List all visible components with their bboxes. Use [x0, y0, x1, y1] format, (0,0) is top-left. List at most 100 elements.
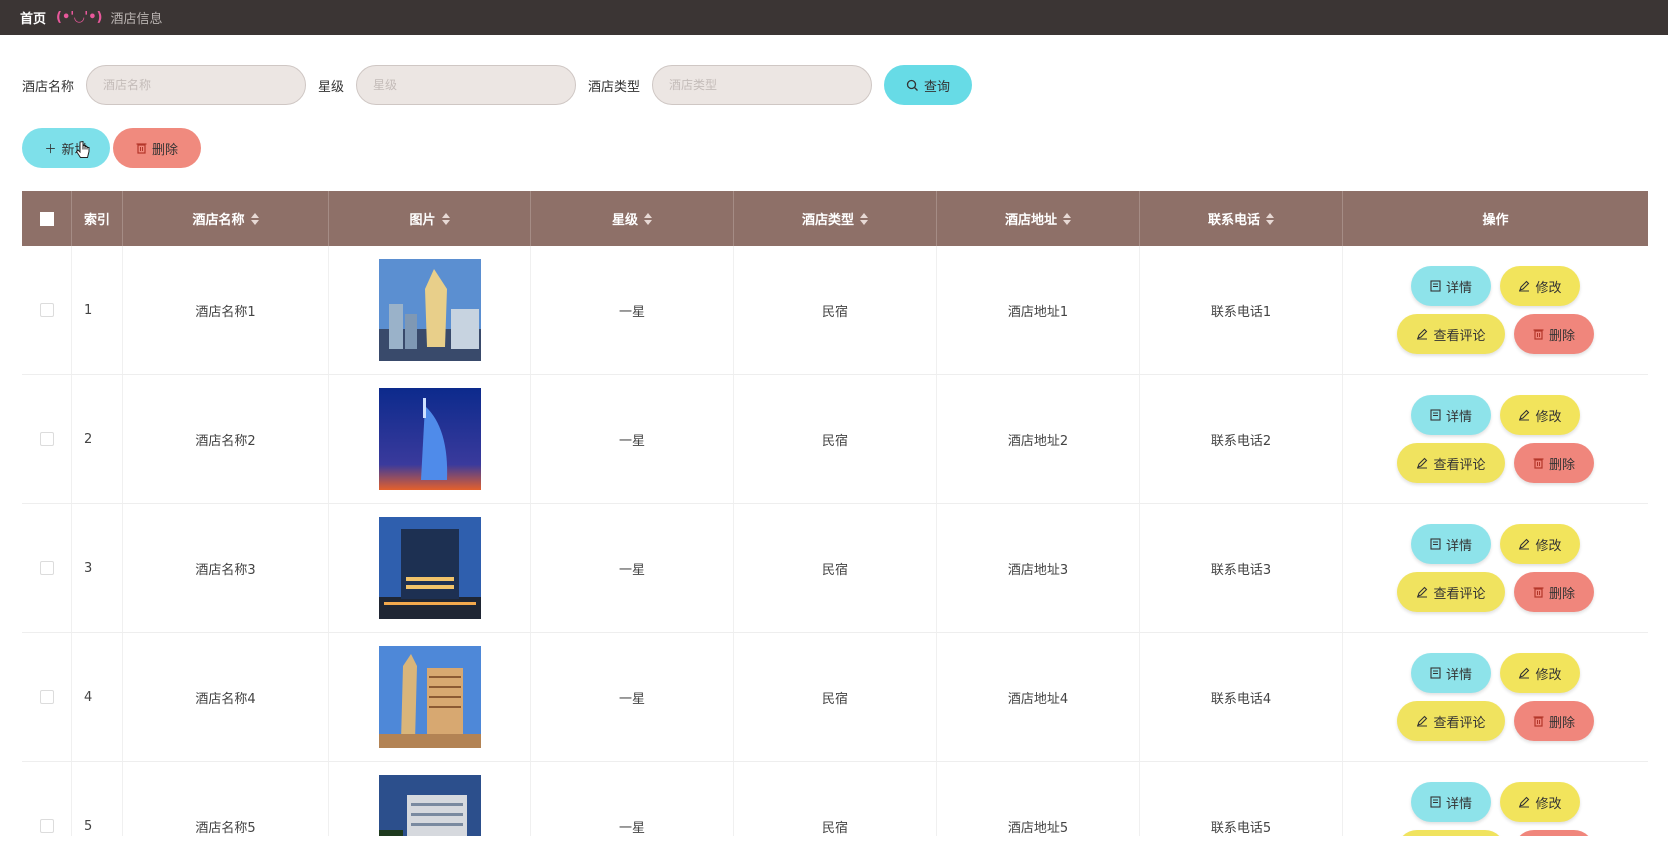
header-image[interactable]: 图片 — [329, 191, 531, 246]
pen-icon — [1519, 667, 1530, 679]
sort-icon[interactable] — [250, 212, 259, 225]
operations-cell: 详情修改查看评论删除 — [1343, 375, 1648, 503]
delete-label: 删除 — [151, 142, 178, 158]
table-body: 1 酒店名称1 一星 民宿 酒店地址1 联系电话1 详情 修改 查看评论 删除 2 酒店名称2 一星 民宿… — [22, 246, 1648, 836]
hotel-photo — [378, 775, 481, 836]
operations-cell: 详情修改查看评论删除 — [1343, 246, 1648, 374]
hotel-name-cell: 酒店名称5 — [123, 762, 329, 836]
trash-icon — [1533, 716, 1544, 727]
hotel-type-cell: 民宿 — [734, 375, 937, 503]
edit-button[interactable]: 修改 — [1500, 395, 1580, 435]
pen-icon — [1417, 457, 1428, 469]
star-cell: 一星 — [531, 504, 734, 632]
breadcrumb-current: 酒店信息 — [110, 12, 163, 27]
hotel-table: 索引 酒店名称 图片 星级 酒店类型 酒店地址 联系电话 操作 1 酒店名称1 一星… — [22, 191, 1648, 836]
hotel-type-cell: 民宿 — [734, 504, 937, 632]
header-address[interactable]: 酒店地址 — [937, 191, 1140, 246]
header-hotel-name[interactable]: 酒店名称 — [123, 191, 329, 246]
query-button[interactable]: 查询 — [884, 65, 973, 105]
view-reviews-button[interactable]: 查看评论 — [1397, 443, 1505, 483]
sort-icon[interactable] — [1063, 212, 1071, 225]
document-icon — [1430, 280, 1441, 292]
breadcrumb-home[interactable]: 首页 — [20, 8, 46, 27]
document-icon — [1430, 796, 1441, 808]
document-icon — [1430, 667, 1441, 679]
sort-icon[interactable] — [1266, 212, 1274, 225]
index-cell: 1 — [72, 246, 123, 374]
detail-button[interactable]: 详情 — [1411, 266, 1491, 306]
edit-button[interactable]: 修改 — [1500, 524, 1580, 564]
row-checkbox[interactable] — [39, 561, 54, 575]
header-index: 索引 — [72, 191, 123, 246]
operations-cell: 详情修改查看评论删除 — [1343, 504, 1648, 632]
hotel-type-input[interactable] — [652, 65, 873, 105]
pen-icon — [1519, 538, 1530, 550]
row-select-cell — [22, 762, 72, 836]
detail-button[interactable]: 详情 — [1411, 524, 1491, 564]
hotel-name-cell: 酒店名称1 — [123, 246, 329, 374]
trash-icon — [1533, 458, 1544, 469]
hotel-name-cell: 酒店名称4 — [123, 633, 329, 761]
select-all-checkbox[interactable] — [39, 211, 54, 226]
address-cell: 酒店地址3 — [937, 504, 1140, 632]
view-reviews-button[interactable]: 查看评论 — [1397, 701, 1505, 741]
edit-button[interactable]: 修改 — [1500, 782, 1580, 822]
search-icon — [906, 79, 918, 91]
hand-cursor-icon — [76, 141, 90, 158]
operations-cell: 详情修改查看评论 删除 — [1343, 762, 1648, 836]
row-checkbox[interactable] — [39, 432, 54, 446]
operations-cell: 详情修改查看评论删除 — [1343, 633, 1648, 761]
address-cell: 酒店地址2 — [937, 375, 1140, 503]
edit-button[interactable]: 修改 — [1500, 653, 1580, 693]
hotel-type-cell: 民宿 — [734, 762, 937, 836]
image-cell — [329, 504, 531, 632]
index-cell: 4 — [72, 633, 123, 761]
trash-icon — [1533, 587, 1544, 598]
row-select-cell — [22, 633, 72, 761]
sort-icon[interactable] — [441, 212, 450, 225]
phone-cell: 联系电话4 — [1140, 633, 1343, 761]
star-cell: 一星 — [531, 375, 734, 503]
trash-icon — [136, 143, 147, 154]
header-phone[interactable]: 联系电话 — [1140, 191, 1343, 246]
delete-button[interactable]: 删除 — [1514, 830, 1594, 836]
delete-button[interactable]: 删除 — [1514, 572, 1594, 612]
delete-button[interactable]: 删除 — [1514, 443, 1594, 483]
sort-icon[interactable] — [860, 212, 868, 225]
pen-icon — [1417, 715, 1428, 727]
delete-button[interactable]: 删除 — [1514, 701, 1594, 741]
row-checkbox[interactable] — [39, 303, 54, 317]
header-hotel-type[interactable]: 酒店类型 — [734, 191, 937, 246]
view-reviews-button[interactable]: 查看评论 — [1397, 572, 1505, 612]
star-cell: 一星 — [531, 246, 734, 374]
row-checkbox[interactable] — [39, 690, 54, 704]
sort-icon[interactable] — [644, 212, 652, 225]
view-reviews-button[interactable]: 查看评论 — [1397, 314, 1505, 354]
phone-cell: 联系电话1 — [1140, 246, 1343, 374]
view-reviews-button[interactable]: 查看评论 — [1397, 830, 1505, 836]
action-bar: ＋ 新增 删除 — [22, 128, 201, 168]
image-cell — [329, 246, 531, 374]
edit-button[interactable]: 修改 — [1500, 266, 1580, 306]
row-select-cell — [22, 375, 72, 503]
table-row: 3 酒店名称3 一星 民宿 酒店地址3 联系电话3 详情 修改 查看评论 删除 — [22, 504, 1648, 633]
document-icon — [1430, 538, 1441, 550]
delete-button[interactable]: 删除 — [1514, 314, 1594, 354]
hotel-type-cell: 民宿 — [734, 246, 937, 374]
detail-button[interactable]: 详情 — [1411, 653, 1491, 693]
detail-button[interactable]: 详情 — [1411, 782, 1491, 822]
header-star[interactable]: 星级 — [531, 191, 734, 246]
batch-delete-button[interactable]: 删除 — [113, 128, 201, 168]
detail-button[interactable]: 详情 — [1411, 395, 1491, 435]
hotel-name-input[interactable] — [86, 65, 307, 105]
index-cell: 3 — [72, 504, 123, 632]
add-button[interactable]: ＋ 新增 — [22, 128, 110, 168]
star-cell: 一星 — [531, 633, 734, 761]
hotel-photo — [378, 646, 481, 748]
star-input[interactable] — [356, 65, 577, 105]
hotel-photo — [378, 259, 481, 361]
index-cell: 2 — [72, 375, 123, 503]
phone-cell: 联系电话2 — [1140, 375, 1343, 503]
row-checkbox[interactable] — [39, 819, 54, 833]
image-cell — [329, 633, 531, 761]
